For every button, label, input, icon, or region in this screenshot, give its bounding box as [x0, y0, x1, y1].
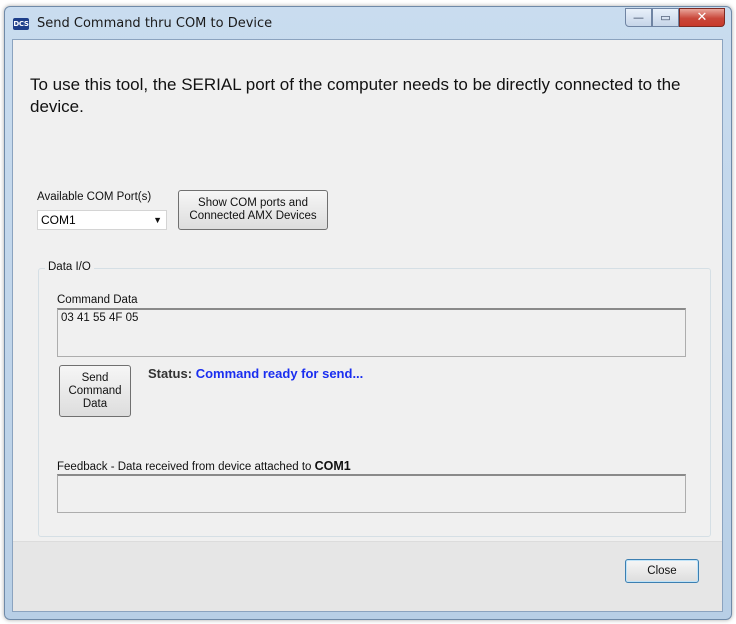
send-button-line2: Command: [68, 384, 122, 397]
app-icon: DCS: [13, 18, 29, 30]
com-port-value: COM1: [41, 213, 76, 227]
command-data-input[interactable]: 03 41 55 4F 05: [57, 308, 686, 357]
maximize-button[interactable]: ▭: [652, 8, 679, 27]
close-button[interactable]: Close: [625, 559, 699, 583]
intro-text: To use this tool, the SERIAL port of the…: [30, 75, 681, 116]
caption-buttons: — ▭ ✕: [625, 8, 725, 28]
dialog-window: DCS Send Command thru COM to Device — ▭ …: [4, 6, 732, 620]
status-label: Status:: [148, 366, 193, 381]
chevron-down-icon[interactable]: ▼: [153, 211, 162, 229]
close-icon: ✕: [696, 10, 708, 25]
feedback-port: COM1: [314, 459, 351, 473]
command-data-value: 03 41 55 4F 05: [61, 312, 139, 324]
button-bar: Close: [13, 541, 722, 611]
show-com-ports-line2: Connected AMX Devices: [189, 210, 317, 222]
feedback-output[interactable]: [57, 474, 686, 513]
send-command-data-button[interactable]: Send Command Data: [59, 365, 131, 417]
send-button-line1: Send: [81, 371, 109, 384]
dialog-client-area: To use this tool, the SERIAL port of the…: [12, 39, 723, 612]
feedback-label: Feedback - Data received from device att…: [57, 459, 351, 473]
minimize-button[interactable]: —: [625, 8, 652, 27]
close-button-label: Close: [647, 564, 677, 577]
data-io-group-label: Data I/O: [45, 261, 94, 273]
show-com-ports-line1: Show COM ports and: [198, 197, 308, 209]
com-port-label: Available COM Port(s): [37, 191, 152, 203]
maximize-icon: ▭: [660, 11, 671, 24]
close-window-button[interactable]: ✕: [679, 8, 725, 27]
send-button-line3: Data: [82, 397, 108, 410]
com-port-select[interactable]: COM1 ▼: [37, 210, 167, 230]
feedback-label-text: Feedback - Data received from device att…: [57, 461, 312, 473]
window-title: Send Command thru COM to Device: [37, 16, 273, 31]
show-com-ports-button[interactable]: Show COM ports and Connected AMX Devices: [178, 190, 328, 230]
title-bar[interactable]: DCS Send Command thru COM to Device — ▭ …: [5, 7, 731, 39]
status-line: Status: Command ready for send...: [148, 366, 363, 381]
status-value: Command ready for send...: [195, 366, 364, 381]
minimize-icon: —: [633, 11, 644, 24]
command-data-label: Command Data: [57, 294, 138, 306]
